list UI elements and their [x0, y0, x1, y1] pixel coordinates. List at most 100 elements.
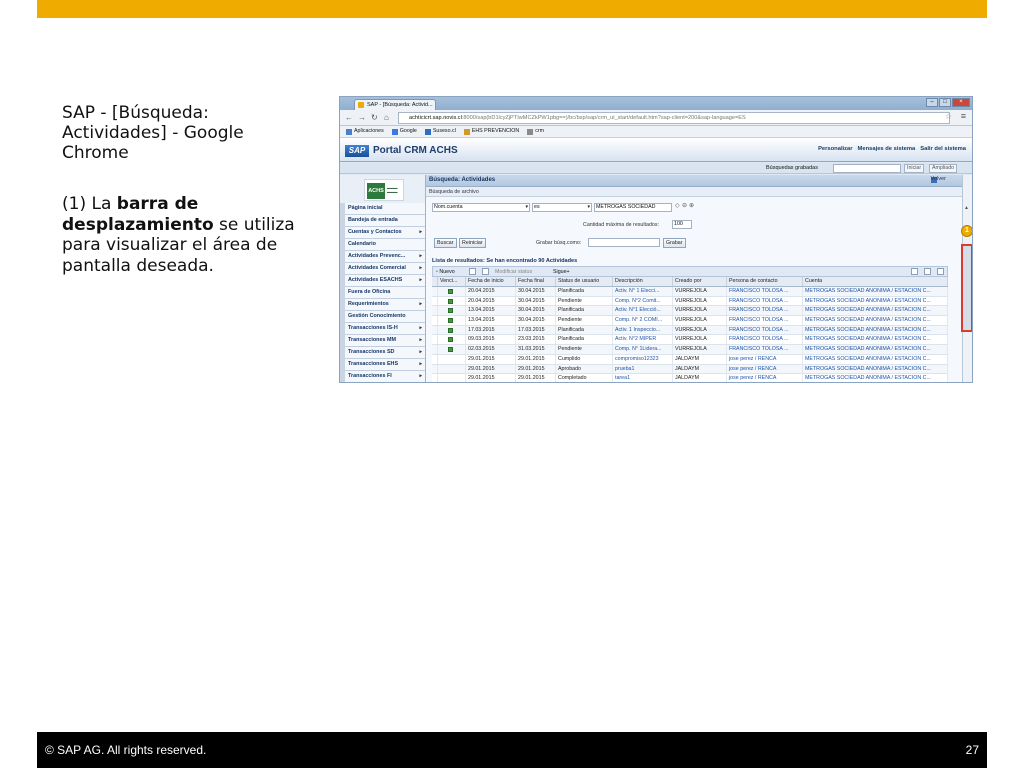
- value-help-icon[interactable]: ◇: [675, 202, 680, 209]
- cell-contact[interactable]: jose perez / RENCA: [727, 374, 803, 382]
- bookmark-suseso[interactable]: Suseso.cl: [424, 126, 456, 137]
- minimize-button[interactable]: –: [926, 98, 938, 107]
- chrome-menu-icon[interactable]: ≡: [961, 111, 966, 121]
- back-arrow-icon[interactable]: ←: [345, 113, 353, 122]
- search-button[interactable]: Buscar: [434, 238, 457, 248]
- sidebar-item[interactable]: Actividades Comercial ▸: [345, 263, 425, 275]
- cell-desc[interactable]: compromiso12323: [613, 354, 673, 364]
- bookmark-aplicaciones[interactable]: Aplicaciones: [346, 126, 384, 137]
- scrollbar-thumb-highlighted[interactable]: [961, 244, 972, 332]
- column-header[interactable]: Cuenta: [803, 277, 948, 286]
- sidebar-item[interactable]: Fuera de Oficina: [345, 287, 425, 299]
- cell-desc[interactable]: Comp. N°2 Comit...: [613, 296, 673, 306]
- table-row[interactable]: 29.01.2015 29.01.2015 Cumplido compromiso12…: [432, 354, 948, 365]
- delete-icon[interactable]: [469, 268, 476, 275]
- save-search-input[interactable]: [588, 238, 660, 247]
- url-input[interactable]: achticicrt.sap.novis.cl:8000/sap(bD1lcyZ…: [398, 112, 950, 124]
- cell-desc[interactable]: Activ. N°1 Elecció...: [613, 306, 673, 316]
- criteria-value-input[interactable]: METROGAS SOCIEDAD: [594, 203, 672, 212]
- table-row[interactable]: 29.01.2015 29.01.2015 Aprobado prueba1 JALDA…: [432, 364, 948, 375]
- scroll-up-icon[interactable]: ▲: [964, 205, 969, 211]
- system-messages-link[interactable]: Mensajes de sistema: [858, 146, 916, 152]
- cell-account[interactable]: METROGAS SOCIEDAD ANONIMA / ESTACION C..…: [803, 316, 948, 325]
- column-header[interactable]: Venci...: [438, 277, 466, 286]
- remove-criteria-icon[interactable]: ⊖: [682, 202, 687, 209]
- next-button[interactable]: Sigue+: [553, 268, 570, 276]
- sidebar-item[interactable]: Requerimientos ▸: [345, 299, 425, 311]
- bookmark-ehs[interactable]: EHS PREVENCION: [463, 126, 519, 137]
- table-row[interactable]: 09.03.2015 23.03.2015 Planificada Activ. N°…: [432, 335, 948, 346]
- bookmark-crm[interactable]: crm: [527, 126, 544, 137]
- sidebar-item[interactable]: Transacciones EHS ▸: [345, 359, 425, 371]
- sidebar-item[interactable]: Actividades ESACHS ▸: [345, 275, 425, 287]
- cell-account[interactable]: METROGAS SOCIEDAD ANONIMA / ESTACION C..…: [803, 296, 948, 306]
- sidebar-item[interactable]: Actividades Prevenc... ▸: [345, 251, 425, 263]
- cell-desc[interactable]: Activ. N° 1 Elecci...: [613, 287, 673, 296]
- sidebar-item[interactable]: Bandeja de entrada: [345, 215, 425, 227]
- cell-contact[interactable]: FRANCISCO TOLOSA ...: [727, 306, 803, 316]
- sidebar-item[interactable]: Transacciones FI ▸: [345, 371, 425, 382]
- table-row[interactable]: 02.03.2015 31.03.2015 Pendiente Comp. N° 1L…: [432, 345, 948, 355]
- cell-account[interactable]: METROGAS SOCIEDAD ANONIMA / ESTACION C..…: [803, 325, 948, 335]
- reload-icon[interactable]: ↻: [371, 113, 378, 122]
- sidebar-item[interactable]: Gestión Conocimiento: [345, 311, 425, 323]
- table-row[interactable]: 13.04.2015 30.04.2015 Planificada Activ. N°…: [432, 306, 948, 317]
- export-excel-icon[interactable]: [911, 268, 918, 275]
- column-header[interactable]: Fecha de inicio: [466, 277, 516, 286]
- logout-link[interactable]: Salir del sistema: [920, 146, 966, 152]
- sidebar-item[interactable]: Calendario: [345, 239, 425, 251]
- cell-desc[interactable]: Activ. 1 Inspeccio...: [613, 325, 673, 335]
- table-row[interactable]: 20.04.2015 30.04.2015 Planificada Activ. N°…: [432, 287, 948, 297]
- back-button[interactable]: Volver: [930, 176, 946, 182]
- cell-contact[interactable]: FRANCISCO TOLOSA ...: [727, 287, 803, 296]
- cell-account[interactable]: METROGAS SOCIEDAD ANONIMA / ESTACION C..…: [803, 345, 948, 354]
- table-row[interactable]: 13.04.2015 30.04.2015 Pendiente Comp. N° 2 …: [432, 316, 948, 326]
- cell-contact[interactable]: FRANCISCO TOLOSA ...: [727, 296, 803, 306]
- cell-account[interactable]: METROGAS SOCIEDAD ANONIMA / ESTACION C..…: [803, 374, 948, 382]
- bookmark-google[interactable]: Google: [391, 126, 417, 137]
- bookmark-star-icon[interactable]: ☆: [945, 112, 952, 121]
- start-button[interactable]: Iniciar: [904, 164, 925, 173]
- sidebar-item[interactable]: Cuentas y Contactos ▸: [345, 227, 425, 239]
- cell-account[interactable]: METROGAS SOCIEDAD ANONIMA / ESTACION C..…: [803, 287, 948, 296]
- cell-account[interactable]: METROGAS SOCIEDAD ANONIMA / ESTACION C..…: [803, 354, 948, 364]
- settings-icon[interactable]: [937, 268, 944, 275]
- cell-desc[interactable]: Comp. N° 1Lidera...: [613, 345, 673, 354]
- cell-account[interactable]: METROGAS SOCIEDAD ANONIMA / ESTACION C..…: [803, 335, 948, 345]
- cell-desc[interactable]: Comp. N° 2 COMI...: [613, 316, 673, 325]
- home-icon[interactable]: ⌂: [384, 113, 389, 122]
- table-row[interactable]: 17.03.2015 17.03.2015 Planificada Activ. 1 …: [432, 325, 948, 336]
- column-header[interactable]: Descripción: [613, 277, 673, 286]
- criteria-field-select[interactable]: Nom.cuenta ▾: [432, 203, 530, 212]
- extended-button[interactable]: Ampliado: [929, 164, 958, 173]
- modify-status-button[interactable]: Modificar status: [495, 268, 532, 276]
- reset-button[interactable]: Reiniciar: [459, 238, 486, 248]
- criteria-operator-select[interactable]: es ▾: [532, 203, 592, 212]
- cell-desc[interactable]: prueba1: [613, 364, 673, 374]
- cell-contact[interactable]: FRANCISCO TOLOSA ...: [727, 316, 803, 325]
- cell-desc[interactable]: tarea1: [613, 374, 673, 382]
- sidebar-item[interactable]: Página inicial: [345, 203, 425, 215]
- add-criteria-icon[interactable]: ⊕: [689, 202, 694, 209]
- sidebar-item[interactable]: Transacciones MM ▸: [345, 335, 425, 347]
- forward-arrow-icon[interactable]: →: [358, 113, 366, 122]
- cell-desc[interactable]: Activ. N°2 MIPER: [613, 335, 673, 345]
- archive-search-link[interactable]: Búsqueda de archivo: [429, 189, 479, 195]
- cell-contact[interactable]: FRANCISCO TOLOSA ...: [727, 325, 803, 335]
- copy-icon[interactable]: [482, 268, 489, 275]
- table-row[interactable]: 29.01.2015 29.01.2015 Completado tarea1 JALD…: [432, 374, 948, 382]
- maximize-button[interactable]: □: [939, 98, 951, 107]
- cell-contact[interactable]: FRANCISCO TOLOSA ...: [727, 345, 803, 354]
- save-search-button[interactable]: Grabar: [663, 238, 686, 248]
- cell-contact[interactable]: jose perez / RENCA: [727, 364, 803, 374]
- column-header[interactable]: Creado por: [673, 277, 727, 286]
- new-button[interactable]: ▫ Nuevo: [436, 268, 455, 276]
- saved-searches-select[interactable]: [833, 164, 901, 173]
- cell-account[interactable]: METROGAS SOCIEDAD ANONIMA / ESTACION C..…: [803, 306, 948, 316]
- browser-tab[interactable]: SAP - [Búsqueda: Activid...: [354, 99, 436, 110]
- personalize-link[interactable]: Personalizar: [818, 146, 852, 152]
- sidebar-item[interactable]: Transacciones IS-H ▸: [345, 323, 425, 335]
- cell-account[interactable]: METROGAS SOCIEDAD ANONIMA / ESTACION C..…: [803, 364, 948, 374]
- print-icon[interactable]: [924, 268, 931, 275]
- column-header[interactable]: Persona de contacto: [727, 277, 803, 286]
